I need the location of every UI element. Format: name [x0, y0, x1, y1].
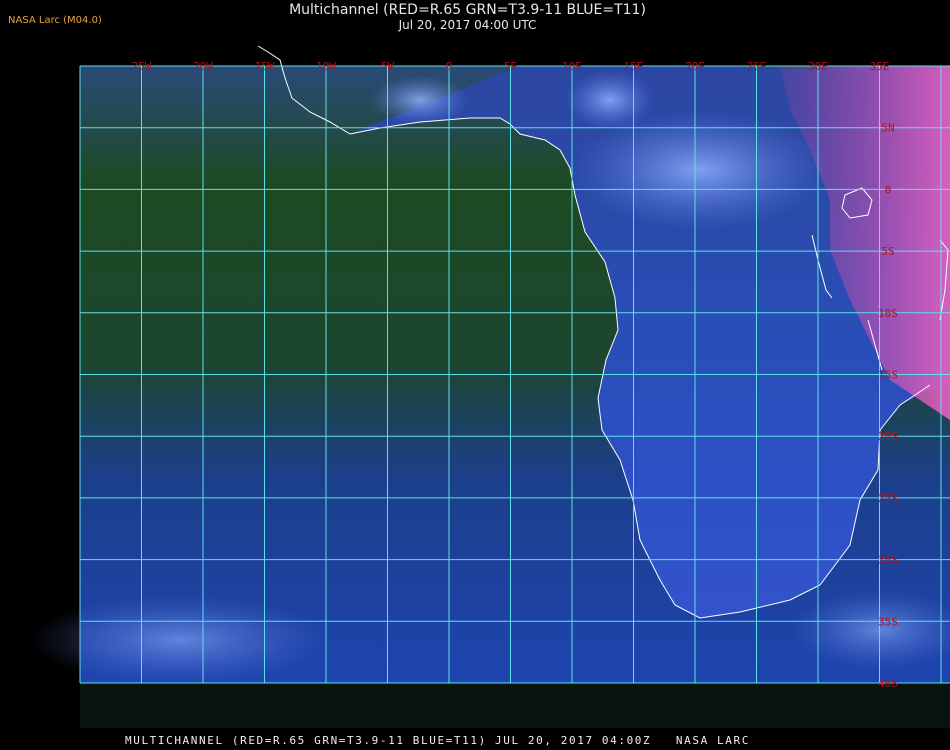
lat-label: 15S: [878, 369, 898, 382]
lon-label: 10W: [316, 60, 336, 73]
footer-caption: MULTICHANNEL (RED=R.65 GRN=T3.9-11 BLUE=…: [125, 734, 750, 747]
lon-label: 20E: [685, 60, 705, 73]
lon-label: 25E: [747, 60, 767, 73]
lon-label: 35E: [870, 60, 890, 73]
lat-label: 5N: [881, 122, 894, 135]
lon-label: 15W: [255, 60, 275, 73]
lon-label: 5W: [381, 60, 395, 73]
lat-label: 35S: [878, 615, 898, 628]
lat-label: 20S: [878, 430, 898, 443]
lat-label: 10S: [878, 307, 898, 320]
satellite-map: 25W 20W 15W 10W 5W 0 5E 10E 15E 20E 25E 30E 35E 5N 0 5S…: [30, 45, 950, 728]
lon-label: 30E: [808, 60, 828, 73]
lon-label: 0: [446, 60, 453, 73]
lat-label: 0: [885, 183, 892, 196]
lon-label: 5E: [504, 60, 517, 73]
lon-label: 25W: [132, 60, 152, 73]
lon-label: 15E: [624, 60, 644, 73]
lat-label: 5S: [881, 245, 894, 258]
lat-label: 25S: [878, 492, 898, 505]
lat-label: 30S: [878, 554, 898, 567]
lon-label: 20W: [193, 60, 213, 73]
lat-label: 40S: [878, 677, 898, 690]
lon-label: 10E: [562, 60, 582, 73]
